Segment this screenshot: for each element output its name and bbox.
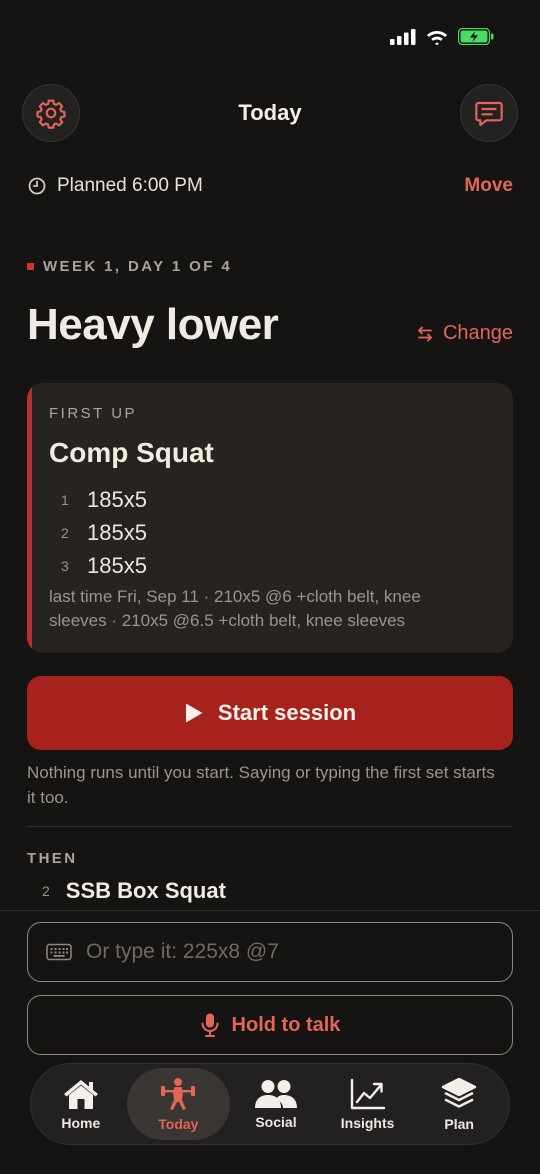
type-set-field[interactable] bbox=[27, 922, 513, 982]
tab-social-label: Social bbox=[255, 1113, 297, 1130]
set-list: 1 185x5 2 185x5 3 185x5 bbox=[61, 483, 147, 582]
week-label: WEEK 1, DAY 1 OF 4 bbox=[27, 258, 232, 275]
then-label: THEN bbox=[27, 850, 78, 867]
gear-icon bbox=[36, 99, 66, 129]
tab-today[interactable]: Today bbox=[126, 1068, 231, 1140]
last-time-note: last time Fri, Sep 11 · 210x5 @6 +cloth … bbox=[49, 587, 421, 630]
week-label-text: WEEK 1, DAY 1 OF 4 bbox=[43, 258, 233, 275]
keyboard-icon bbox=[46, 943, 72, 961]
home-icon bbox=[63, 1079, 98, 1109]
battery-charging-icon bbox=[458, 28, 494, 45]
week-marker bbox=[27, 263, 34, 270]
people-icon bbox=[254, 1079, 297, 1108]
set-row: 3 185x5 bbox=[61, 549, 147, 582]
change-button[interactable]: Change bbox=[415, 322, 513, 345]
start-session-button[interactable]: Start session bbox=[27, 676, 513, 750]
chat-button[interactable] bbox=[460, 84, 518, 142]
status-bar bbox=[390, 28, 494, 45]
set-row: 2 185x5 bbox=[61, 516, 147, 549]
tab-home[interactable]: Home bbox=[35, 1068, 127, 1140]
move-button[interactable]: Move bbox=[464, 175, 513, 197]
first-up-label: FIRST UP bbox=[49, 405, 138, 422]
tab-insights[interactable]: Insights bbox=[322, 1068, 414, 1140]
layers-icon bbox=[441, 1077, 477, 1108]
swap-arrows-icon bbox=[418, 326, 432, 341]
planned-label: Planned 6:00 PM bbox=[57, 175, 203, 196]
set-number: 2 bbox=[61, 524, 69, 541]
start-hint: Nothing runs until you start. Saying or … bbox=[27, 763, 495, 807]
exercise-name: Comp Squat bbox=[49, 437, 214, 468]
tab-plan[interactable]: Plan bbox=[413, 1068, 505, 1140]
hold-to-talk-button[interactable]: Hold to talk bbox=[27, 995, 513, 1055]
hold-to-talk-label: Hold to talk bbox=[231, 1013, 341, 1036]
tab-social[interactable]: Social bbox=[230, 1068, 322, 1140]
set-number: 3 bbox=[61, 557, 69, 574]
microphone-icon bbox=[201, 1013, 219, 1037]
signal-icon bbox=[390, 28, 416, 45]
settings-button[interactable] bbox=[22, 84, 80, 142]
tab-home-label: Home bbox=[61, 1114, 101, 1131]
set-value: 185x5 bbox=[87, 552, 147, 578]
divider bbox=[27, 826, 513, 827]
session-title: Heavy lower bbox=[27, 300, 279, 349]
planned-row: Planned 6:00 PM Move bbox=[27, 172, 513, 200]
card-accent-bar bbox=[27, 383, 32, 653]
next-exercise-row[interactable]: 2 SSB Box Squat bbox=[42, 878, 226, 904]
set-value: 185x5 bbox=[87, 486, 147, 512]
bottom-tab-bar: Home Today Social Insights Plan bbox=[30, 1063, 510, 1145]
wifi-icon bbox=[427, 31, 447, 45]
tab-plan-label: Plan bbox=[444, 1115, 474, 1132]
set-row: 1 185x5 bbox=[61, 483, 147, 516]
clock-icon bbox=[28, 177, 46, 195]
top-header: Today bbox=[22, 84, 518, 142]
trend-chart-icon bbox=[350, 1078, 385, 1109]
type-set-input[interactable] bbox=[86, 940, 512, 964]
play-icon bbox=[185, 703, 203, 723]
change-label: Change bbox=[442, 322, 513, 344]
next-exercise-name: SSB Box Squat bbox=[65, 878, 226, 903]
set-value: 185x5 bbox=[87, 519, 147, 545]
chat-bubble-icon bbox=[475, 101, 503, 127]
tab-insights-label: Insights bbox=[340, 1114, 395, 1131]
first-up-card[interactable]: FIRST UP Comp Squat 1 185x5 2 185x5 3 18… bbox=[27, 383, 513, 653]
page-title: Today bbox=[238, 100, 302, 125]
set-number: 1 bbox=[61, 491, 69, 508]
planned-time: Planned 6:00 PM bbox=[27, 175, 203, 197]
next-exercise-number: 2 bbox=[42, 883, 50, 899]
tab-today-label: Today bbox=[158, 1115, 199, 1132]
start-session-label: Start session bbox=[217, 700, 357, 725]
barbell-lifter-icon bbox=[161, 1077, 196, 1110]
